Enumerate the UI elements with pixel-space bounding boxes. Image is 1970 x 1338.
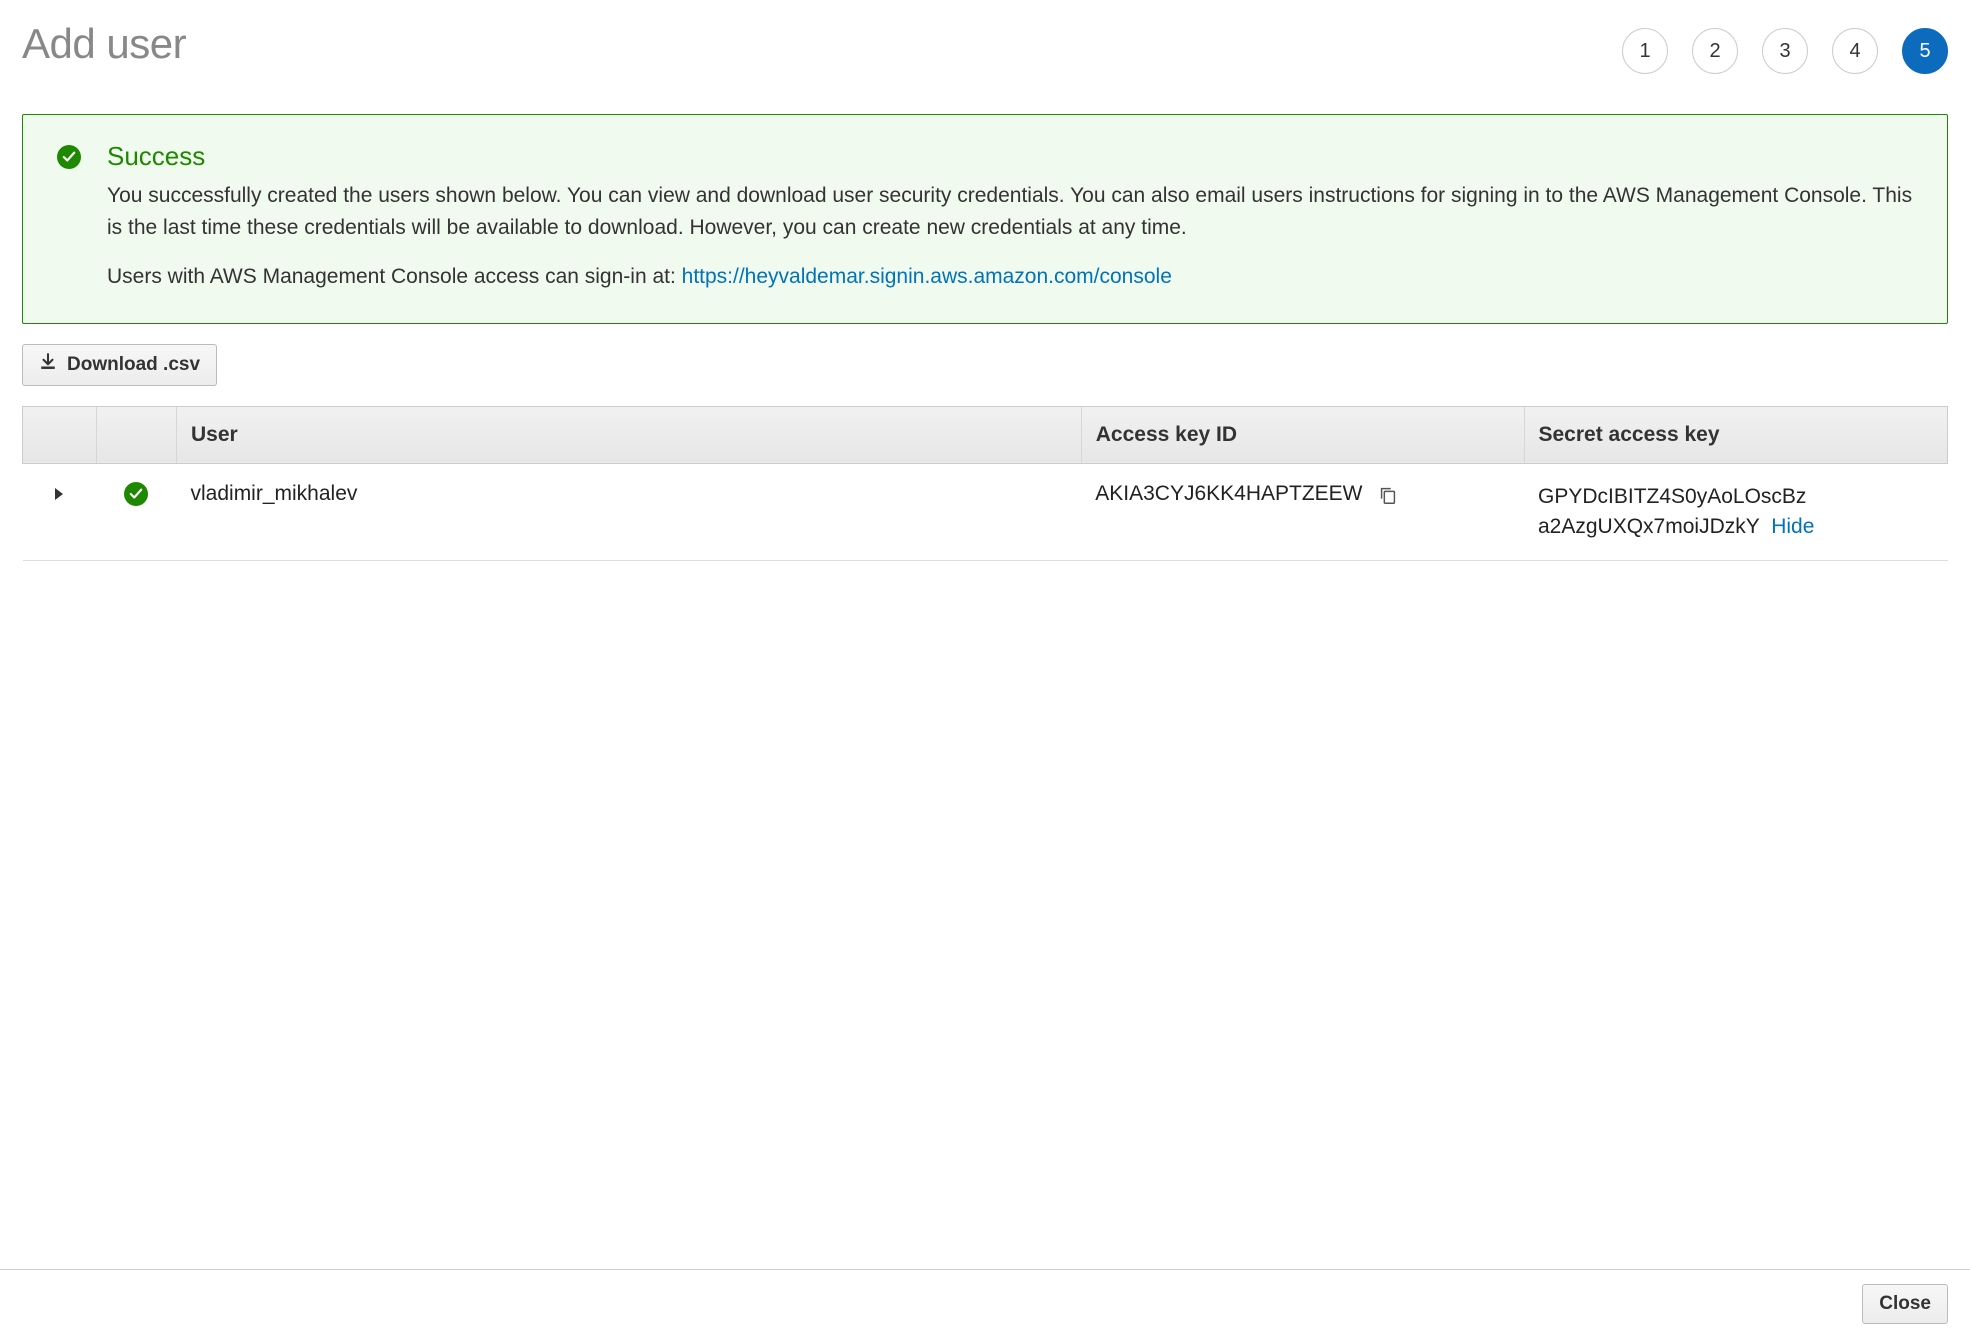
step-3[interactable]: 3 — [1762, 28, 1808, 74]
download-csv-button[interactable]: Download .csv — [22, 344, 217, 386]
alert-body-text: You successfully created the users shown… — [107, 180, 1913, 243]
users-table: User Access key ID Secret access key vla… — [22, 406, 1948, 562]
table-row: vladimir_mikhalev AKIA3CYJ6KK4HAPTZEEW G… — [23, 463, 1948, 561]
cell-user: vladimir_mikhalev — [177, 463, 1082, 561]
download-icon — [39, 353, 57, 377]
alert-signin-line: Users with AWS Management Console access… — [107, 261, 1913, 293]
step-1[interactable]: 1 — [1622, 28, 1668, 74]
row-status-success-icon — [124, 482, 148, 506]
footer-bar: Close — [0, 1269, 1970, 1338]
step-2[interactable]: 2 — [1692, 28, 1738, 74]
step-4[interactable]: 4 — [1832, 28, 1878, 74]
close-button[interactable]: Close — [1862, 1284, 1948, 1324]
download-csv-label: Download .csv — [67, 354, 200, 376]
alert-heading: Success — [107, 141, 1913, 172]
copy-access-key-button[interactable] — [1377, 484, 1399, 506]
step-5[interactable]: 5 — [1902, 28, 1948, 74]
success-check-icon — [57, 145, 81, 293]
cell-secret-access-key: GPYDcIBITZ4S0yAoLOscBz a2AzgUXQx7moiJDzk… — [1524, 463, 1948, 561]
cell-access-key-id: AKIA3CYJ6KK4HAPTZEEW — [1095, 482, 1362, 506]
secret-line-1: GPYDcIBITZ4S0yAoLOscBz — [1538, 485, 1806, 508]
col-user-header: User — [177, 406, 1082, 463]
success-alert: Success You successfully created the use… — [22, 114, 1948, 324]
secret-line-2: a2AzgUXQx7moiJDzkY — [1538, 515, 1759, 538]
page-title: Add user — [22, 20, 186, 68]
col-expand-header — [23, 406, 97, 463]
col-access-key-header: Access key ID — [1081, 406, 1524, 463]
signin-url-link[interactable]: https://heyvaldemar.signin.aws.amazon.co… — [682, 265, 1172, 288]
col-status-header — [96, 406, 176, 463]
alert-signin-prefix: Users with AWS Management Console access… — [107, 265, 682, 288]
expand-row-toggle[interactable] — [55, 488, 63, 500]
wizard-stepper: 1 2 3 4 5 — [1622, 28, 1948, 74]
hide-secret-link[interactable]: Hide — [1771, 515, 1814, 538]
col-secret-header: Secret access key — [1524, 406, 1948, 463]
